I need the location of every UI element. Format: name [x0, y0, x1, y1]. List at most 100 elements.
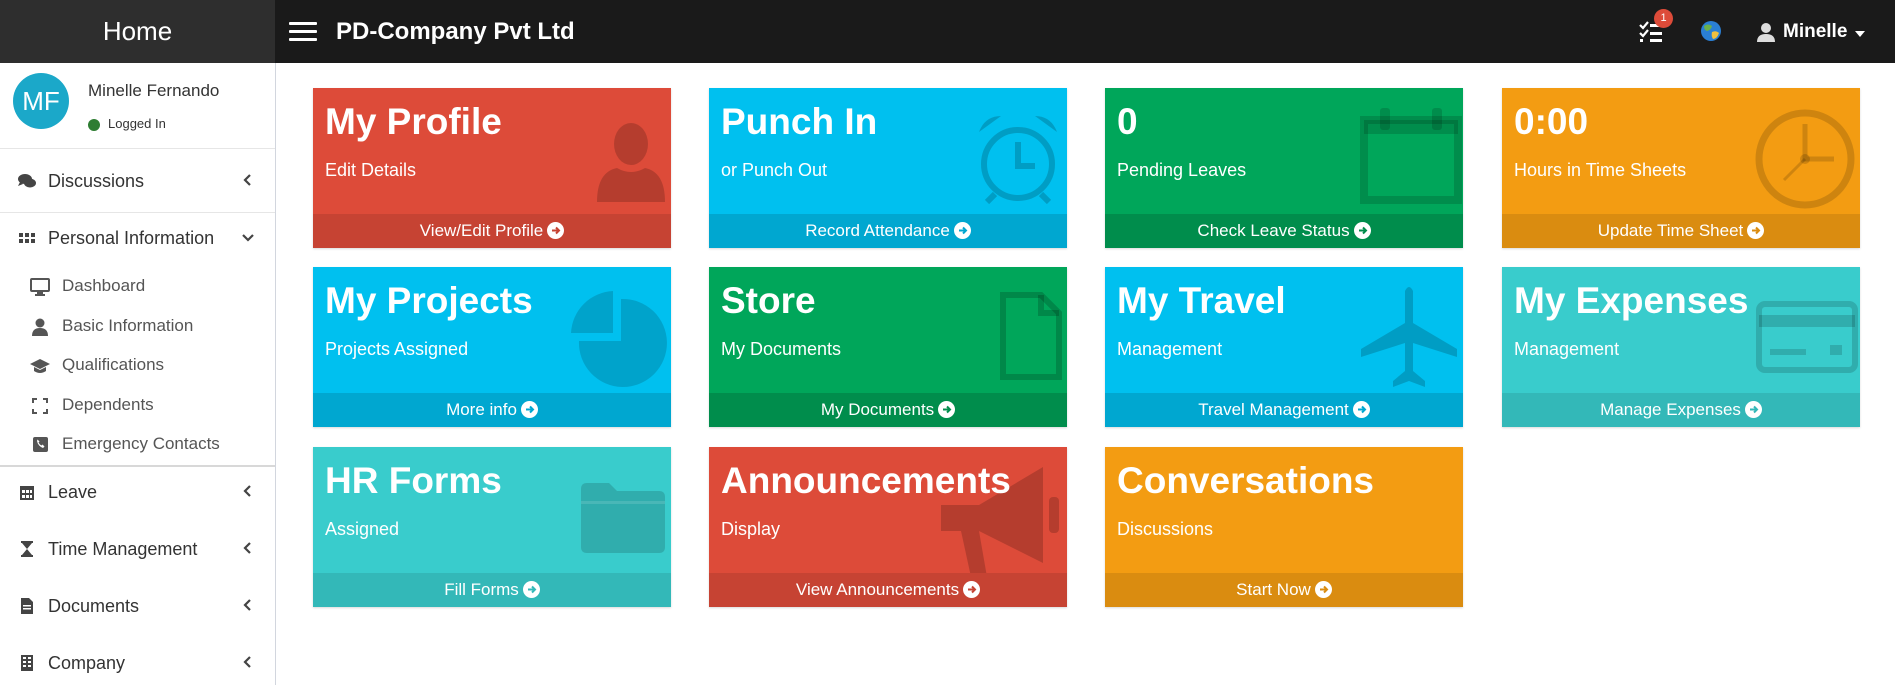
arrow-circle-right-icon: [547, 222, 565, 239]
tile-pending-leaves[interactable]: 0 Pending Leaves Check Leave Status: [1105, 88, 1463, 248]
tile-my-profile[interactable]: My Profile Edit Details View/Edit Profil…: [313, 88, 671, 248]
user-menu-dropdown[interactable]: Minelle: [1757, 18, 1866, 46]
tile-footer-link[interactable]: Start Now: [1105, 573, 1463, 607]
tile-conversations[interactable]: Conversations Discussions Start Now: [1105, 447, 1463, 607]
arrow-circle-right-icon: [1744, 401, 1762, 418]
grid-icon: [19, 233, 35, 243]
tile-punch-in[interactable]: Punch In or Punch Out Record Attendance: [709, 88, 1067, 248]
divider: [0, 148, 275, 149]
tile-footer-label: Fill Forms: [444, 580, 519, 599]
tile-subtitle: Discussions: [1117, 519, 1214, 539]
tile-subtitle: Assigned: [325, 519, 400, 539]
brand-home-link[interactable]: Home: [0, 0, 275, 63]
chevron-down-icon: [242, 234, 254, 242]
user-menu-name: Minelle: [1783, 21, 1848, 42]
graduation-cap-icon: [30, 359, 50, 373]
file-icon: [21, 598, 33, 614]
sidebar-item-company[interactable]: Company: [0, 638, 275, 688]
arrow-circle-right-icon: [1314, 581, 1332, 598]
sidebar-subitem-label: Qualifications: [62, 355, 165, 374]
caret-down-icon: [1855, 30, 1866, 37]
chevron-left-icon: [243, 542, 251, 554]
user-panel-status: Logged In: [108, 116, 166, 131]
company-title: PD-Company Pvt Ltd: [336, 18, 575, 45]
top-navbar: Home PD-Company Pvt Ltd 1 Minelle: [0, 0, 1895, 63]
sidebar-subitem-dependents[interactable]: Dependents: [0, 386, 275, 424]
tile-subtitle: Management: [1117, 339, 1223, 359]
user-panel: MF Minelle Fernando Logged In: [0, 63, 275, 143]
tile-subtitle: My Documents: [721, 339, 842, 359]
arrow-circle-right-icon: [1747, 222, 1765, 239]
tile-footer-link[interactable]: Fill Forms: [313, 573, 671, 607]
tile-footer-link[interactable]: Manage Expenses: [1502, 393, 1860, 427]
tile-title: Store: [721, 280, 816, 321]
sidebar-subitem-basic-information[interactable]: Basic Information: [0, 307, 275, 345]
tile-title: Punch In: [721, 101, 878, 142]
desktop-icon: [30, 278, 50, 296]
chevron-left-icon: [243, 656, 251, 668]
user-icon: [1757, 23, 1775, 42]
tile-footer-link[interactable]: My Documents: [709, 393, 1067, 427]
hourglass-icon: [21, 541, 33, 557]
tile-announcements[interactable]: Announcements Display View Announcements: [709, 447, 1067, 607]
tile-title: Announcements: [721, 460, 1011, 501]
sidebar-subitem-label: Dashboard: [62, 276, 146, 295]
arrow-circle-right-icon: [1352, 401, 1370, 418]
tile-subtitle: Display: [721, 519, 781, 539]
tile-hr-forms[interactable]: HR Forms Assigned Fill Forms: [313, 447, 671, 607]
tile-footer-label: View/Edit Profile: [419, 221, 544, 240]
calendar-icon: [20, 486, 34, 500]
tile-title: My Travel: [1117, 280, 1286, 321]
chevron-left-icon: [243, 174, 251, 186]
tile-footer-link[interactable]: Record Attendance: [709, 214, 1067, 248]
tile-subtitle: Projects Assigned: [325, 339, 469, 359]
sidebar-item-time-management[interactable]: Time Management: [0, 524, 275, 574]
sidebar-subitem-label: Basic Information: [62, 316, 194, 335]
sidebar-item-discussions[interactable]: Discussions: [0, 156, 275, 206]
tile-footer-label: Manage Expenses: [1600, 400, 1741, 419]
tile-footer-link[interactable]: Travel Management: [1105, 393, 1463, 427]
tile-subtitle: Edit Details: [325, 160, 417, 180]
sidebar-subitem-emergency-contacts[interactable]: Emergency Contacts: [0, 425, 275, 463]
tile-footer-link[interactable]: Check Leave Status: [1105, 214, 1463, 248]
sidebar-item-label: Discussions: [48, 170, 145, 191]
globe-icon[interactable]: [1700, 20, 1722, 42]
tile-footer-link[interactable]: View Announcements: [709, 573, 1067, 607]
tile-footer-link[interactable]: Update Time Sheet: [1502, 214, 1860, 248]
tile-subtitle: Pending Leaves: [1117, 160, 1247, 180]
user-panel-name: Minelle Fernando: [88, 81, 220, 100]
plane-icon: [1361, 287, 1457, 387]
tile-title: My Profile: [325, 101, 502, 142]
tile-footer-label: Update Time Sheet: [1597, 221, 1744, 240]
sidebar-item-label: Documents: [48, 595, 140, 616]
tile-subtitle: Hours in Time Sheets: [1514, 160, 1687, 180]
tasks-count-badge: 1: [1654, 9, 1673, 28]
tile-title: 0: [1117, 101, 1138, 142]
sidebar-item-personal-information[interactable]: Personal Information: [0, 213, 275, 263]
user-icon: [32, 318, 48, 336]
sidebar-item-documents[interactable]: Documents: [0, 581, 275, 631]
user-icon: [597, 123, 665, 202]
tile-title: HR Forms: [325, 460, 502, 501]
tile-my-expenses[interactable]: My Expenses Management Manage Expenses: [1502, 267, 1860, 427]
sidebar-item-leave[interactable]: Leave: [0, 467, 275, 517]
tile-footer-link[interactable]: View/Edit Profile: [313, 214, 671, 248]
tile-footer-label: View Announcements: [795, 580, 960, 599]
tile-time-sheets[interactable]: 0:00 Hours in Time Sheets Update Time Sh…: [1502, 88, 1860, 248]
tile-store[interactable]: Store My Documents My Documents: [709, 267, 1067, 427]
tile-title: My Projects: [325, 280, 533, 321]
arrow-circle-right-icon: [938, 401, 956, 418]
sidebar-subitem-qualifications[interactable]: Qualifications: [0, 346, 275, 384]
file-icon: [1000, 292, 1062, 380]
tile-subtitle: or Punch Out: [721, 160, 828, 180]
tile-my-travel[interactable]: My Travel Management Travel Management: [1105, 267, 1463, 427]
tile-footer-link[interactable]: More info: [313, 393, 671, 427]
tile-footer-label: My Documents: [820, 400, 935, 419]
tile-my-projects[interactable]: My Projects Projects Assigned More info: [313, 267, 671, 427]
sidebar-subitem-label: Dependents: [62, 395, 154, 414]
calendar-icon: [1360, 108, 1462, 204]
chevron-left-icon: [243, 599, 251, 611]
sidebar-subitem-dashboard[interactable]: Dashboard: [0, 267, 275, 305]
expand-icon: [32, 398, 48, 414]
sidebar-toggle-icon[interactable]: [289, 22, 317, 42]
